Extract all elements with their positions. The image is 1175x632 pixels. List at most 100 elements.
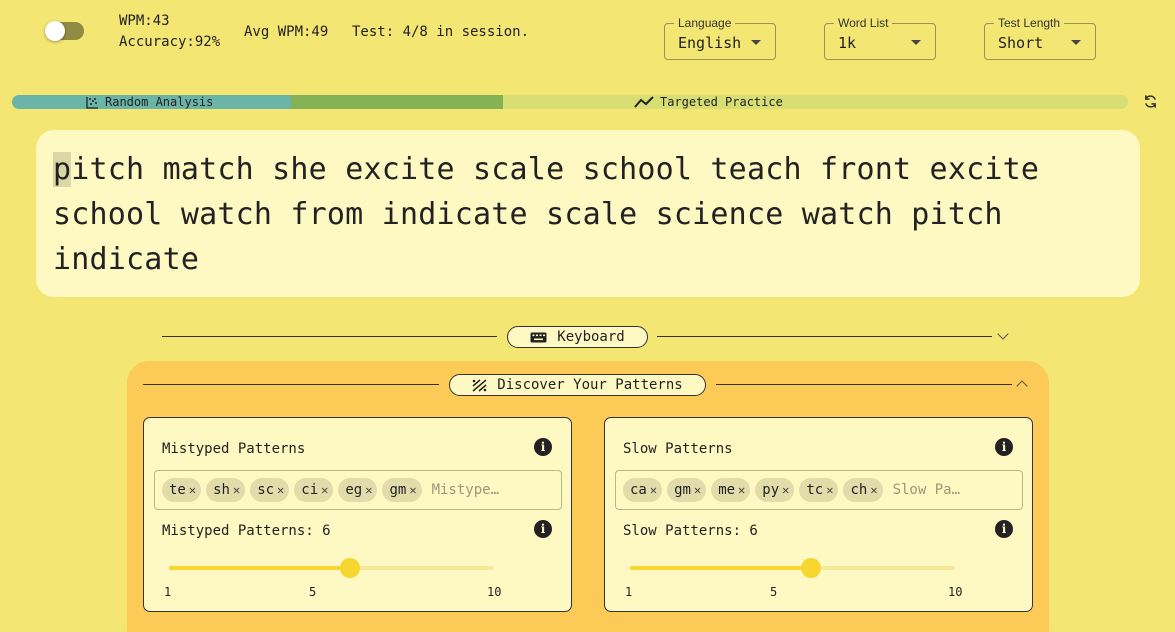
mistyped-patterns-input[interactable]: te ✕ sh ✕ sc ✕ ci ✕ eg ✕ gm ✕ Mistype…	[154, 470, 562, 510]
info-icon[interactable]: i	[534, 438, 552, 456]
keyboard-label: Keyboard	[557, 329, 625, 345]
slider-thumb[interactable]	[339, 558, 360, 578]
close-icon[interactable]: ✕	[826, 483, 833, 497]
random-analysis-label: Random Analysis	[86, 95, 213, 109]
random-analysis-text: Random Analysis	[105, 95, 214, 109]
close-icon[interactable]: ✕	[694, 483, 701, 497]
chip-label: sc	[257, 482, 275, 498]
slider-thumb[interactable]	[800, 558, 821, 578]
pattern-chip[interactable]: sc ✕	[250, 478, 290, 502]
mistyped-slider[interactable]	[169, 558, 494, 578]
pattern-chip[interactable]: me ✕	[711, 478, 751, 502]
avg-wpm-stat: Avg WPM:49	[244, 24, 329, 40]
discover-patterns-button[interactable]: Discover Your Patterns	[449, 374, 706, 396]
close-icon[interactable]: ✕	[233, 483, 240, 497]
chip-label: ci	[301, 482, 319, 498]
close-icon[interactable]: ✕	[738, 483, 745, 497]
typing-text: pitch match she excite scale school teac…	[53, 147, 1053, 282]
accuracy-stat: Accuracy:92%	[119, 34, 221, 50]
discover-patterns-label: Discover Your Patterns	[497, 377, 683, 393]
test-length-select[interactable]: Test Length Short	[984, 16, 1096, 60]
remaining-text: itch match she excite scale school teach…	[53, 152, 1040, 277]
language-value: English	[678, 34, 742, 52]
slider-tick: 10	[948, 585, 963, 599]
chip-label: te	[169, 482, 186, 498]
slow-slider-label: Slow Patterns: 6	[623, 523, 758, 539]
chip-label: tc	[806, 482, 824, 498]
pattern-chip[interactable]: ch ✕	[843, 478, 883, 502]
toggle-knob	[45, 21, 65, 41]
chip-label: sh	[213, 482, 230, 498]
mid-segment	[291, 95, 504, 109]
chevron-down-icon	[751, 40, 761, 45]
word-list-value: 1k	[838, 34, 857, 52]
pattern-chip[interactable]: py ✕	[755, 478, 795, 502]
keyboard-toggle-button[interactable]: Keyboard	[507, 326, 648, 348]
scatter-icon	[86, 96, 98, 109]
close-icon[interactable]: ✕	[650, 483, 657, 497]
chevron-down-icon[interactable]	[997, 328, 1009, 340]
targeted-practice-label: Targeted Practice	[634, 95, 783, 109]
close-icon[interactable]: ✕	[870, 483, 877, 497]
pattern-chip[interactable]: gm ✕	[382, 478, 422, 502]
wpm-stat: WPM:43	[119, 13, 170, 29]
slider-tick: 5	[309, 585, 317, 599]
test-session-stat: Test: 4/8 in session.	[352, 24, 530, 40]
language-select[interactable]: Language English	[664, 16, 776, 60]
pattern-chip[interactable]: gm ✕	[667, 478, 707, 502]
slow-slider[interactable]	[630, 558, 955, 578]
mistyped-patterns-card: Mistyped Patterns i te ✕ sh ✕ sc ✕ ci ✕ eg ✕ …	[143, 417, 572, 612]
pattern-chip[interactable]: ca ✕	[623, 478, 663, 502]
close-icon[interactable]: ✕	[365, 483, 372, 497]
chip-label: gm	[674, 482, 691, 498]
word-list-label: Word List	[834, 16, 893, 30]
pattern-chip[interactable]: sh ✕	[206, 478, 246, 502]
mistyped-title: Mistyped Patterns	[162, 441, 306, 457]
slow-patterns-card: Slow Patterns i ca ✕ gm ✕ me ✕ py ✕ tc ✕ ch ✕ …	[604, 417, 1033, 612]
mistyped-slider-label: Mistyped Patterns: 6	[162, 523, 331, 539]
divider-line	[657, 336, 992, 337]
chevron-down-icon	[1071, 40, 1081, 45]
slider-fill	[630, 566, 811, 570]
slider-tick: 5	[770, 585, 778, 599]
pattern-chip[interactable]: eg ✕	[338, 478, 378, 502]
mistyped-placeholder: Mistype…	[431, 482, 499, 498]
test-length-label: Test Length	[994, 16, 1065, 30]
close-icon[interactable]: ✕	[189, 483, 196, 497]
pattern-chip[interactable]: tc ✕	[799, 478, 839, 502]
pattern-chip[interactable]: te ✕	[162, 478, 202, 502]
theme-toggle[interactable]	[45, 21, 84, 41]
cursor-character: p	[53, 152, 72, 187]
slider-tick: 10	[487, 585, 502, 599]
close-icon[interactable]: ✕	[321, 483, 328, 497]
chip-label: eg	[345, 482, 363, 498]
info-icon[interactable]: i	[534, 520, 552, 538]
chip-label: gm	[389, 482, 407, 498]
slow-placeholder: Slow Pa…	[892, 482, 960, 498]
info-icon[interactable]: i	[995, 520, 1013, 538]
close-icon[interactable]: ✕	[782, 483, 789, 497]
refresh-icon[interactable]	[1143, 94, 1158, 109]
pattern-chip[interactable]: ci ✕	[294, 478, 334, 502]
close-icon[interactable]: ✕	[409, 483, 416, 497]
slow-title: Slow Patterns	[623, 441, 733, 457]
test-length-value: Short	[998, 34, 1044, 52]
chevron-down-icon	[911, 40, 921, 45]
language-label: Language	[674, 16, 736, 30]
chip-label: ch	[850, 482, 868, 498]
targeted-practice-text: Targeted Practice	[660, 95, 783, 109]
word-list-select[interactable]: Word List 1k	[824, 16, 936, 60]
info-icon[interactable]: i	[995, 438, 1013, 456]
divider-line	[162, 336, 497, 337]
chip-label: me	[718, 482, 736, 498]
divider-line	[716, 384, 1012, 385]
trend-line-icon	[634, 96, 654, 108]
slider-tick: 1	[625, 585, 633, 599]
slider-fill	[169, 566, 350, 570]
keyboard-icon	[530, 332, 547, 342]
slow-patterns-input[interactable]: ca ✕ gm ✕ me ✕ py ✕ tc ✕ ch ✕ Slow Pa…	[615, 470, 1023, 510]
typing-area[interactable]: pitch match she excite scale school teac…	[36, 130, 1140, 297]
divider-line	[143, 384, 439, 385]
pattern-icon	[472, 378, 487, 392]
close-icon[interactable]: ✕	[277, 483, 284, 497]
